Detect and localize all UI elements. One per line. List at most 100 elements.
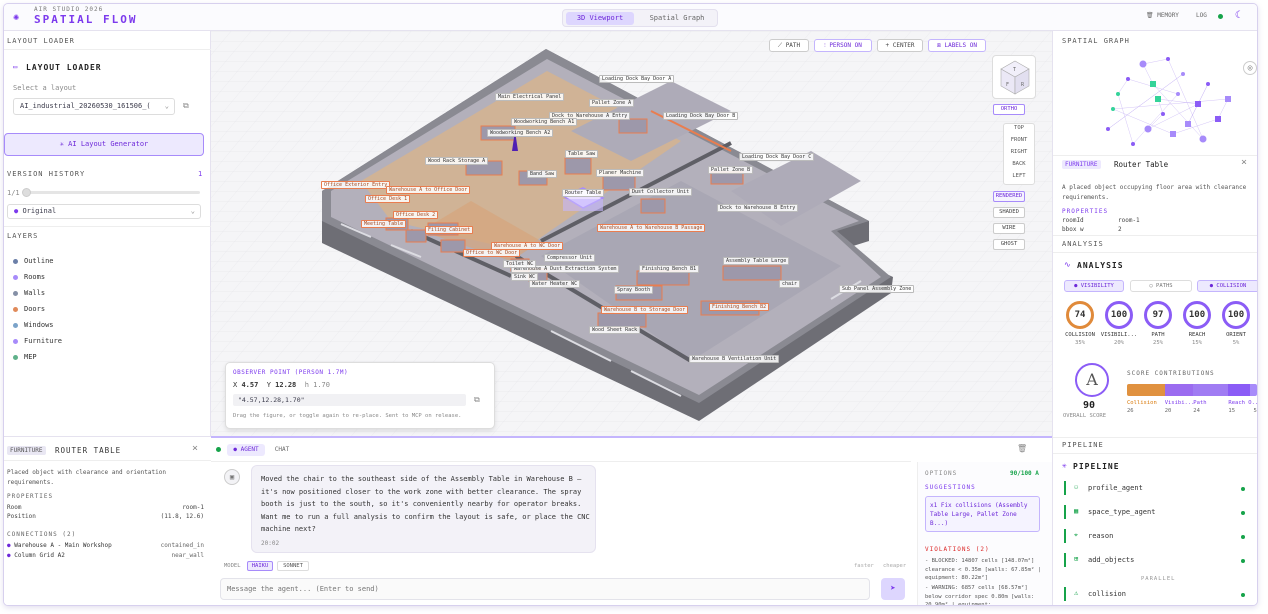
viewport-3d[interactable]: Loading Dock Bay Door A Main Electrical P… [211, 31, 1052, 436]
graph-node[interactable] [1170, 131, 1176, 137]
object-label[interactable]: Warehouse A to Office Door [386, 186, 471, 194]
object-label[interactable]: Band Saw [527, 170, 558, 178]
object-label[interactable]: Assembly Table Large [723, 257, 790, 265]
object-label[interactable]: Spray Booth [614, 286, 654, 294]
send-icon[interactable]: ➤ [881, 578, 905, 600]
version-select[interactable]: ● Original ⌄ [7, 204, 201, 219]
object-label[interactable]: Router Table [562, 189, 605, 197]
object-label[interactable]: Loading Dock Bay Door C [739, 153, 815, 161]
tab-spatial-graph[interactable]: Spatial Graph [639, 12, 715, 25]
pipeline-step-collision[interactable]: ⚠ collision [1064, 587, 1248, 601]
object-label[interactable]: Warehouse A to Warehouse B Passage [597, 224, 706, 232]
message-input-field[interactable] [221, 579, 821, 599]
object-label[interactable]: Sub Panel Assembly Zone [839, 285, 915, 293]
pipeline-step-profile_agent[interactable]: ⚇ profile_agent [1064, 481, 1248, 495]
object-label[interactable]: Planer Machine [596, 169, 645, 177]
analysis-tab-visibility[interactable]: ● VISIBILITY [1064, 280, 1124, 292]
graph-node[interactable] [1225, 96, 1231, 102]
furniture-block[interactable] [618, 118, 648, 134]
pipeline-step-space_type_agent[interactable]: ▦ space_type_agent [1064, 505, 1248, 519]
close-icon[interactable]: × [192, 443, 198, 454]
trash-icon[interactable]: 🗑 [1017, 444, 1027, 453]
layer-item-mep[interactable]: MEP [13, 353, 37, 361]
graph-node[interactable] [1176, 92, 1180, 96]
object-label[interactable]: Main Electrical Panel [495, 93, 565, 101]
view-right-button[interactable]: RIGHT [1003, 149, 1035, 155]
object-label[interactable]: Pallet Zone A [589, 99, 635, 107]
graph-node[interactable] [1139, 60, 1147, 68]
object-label[interactable]: Wood Rack Storage A [425, 157, 489, 165]
tab-chat[interactable]: CHAT [269, 444, 295, 456]
furniture-block[interactable] [636, 270, 690, 286]
layer-item-furniture[interactable]: Furniture [13, 337, 62, 345]
object-label[interactable]: Office to WC Door [463, 249, 521, 257]
render-shaded-button[interactable]: SHADED [993, 207, 1025, 218]
ai-layout-generator-button[interactable]: ✳ AI Layout Generator [4, 133, 204, 156]
object-label[interactable]: Compressor Unit [544, 254, 596, 262]
message-input[interactable] [220, 578, 870, 600]
pipeline-step-reason[interactable]: ⌖ reason [1064, 529, 1248, 543]
object-label[interactable]: Warehouse B to Storage Door [601, 306, 689, 314]
graph-node[interactable] [1185, 121, 1191, 127]
version-slider-thumb[interactable] [22, 188, 31, 197]
view-top-button[interactable]: TOP [1003, 125, 1035, 131]
view-left-button[interactable]: LEFT [1003, 173, 1035, 179]
focus-icon[interactable]: ◎ [1243, 61, 1257, 75]
furniture-block[interactable] [640, 198, 666, 214]
graph-node[interactable] [1126, 77, 1130, 81]
object-label[interactable]: Office Exterior Entry [321, 181, 391, 189]
analysis-tab-collision[interactable]: ● COLLISION [1197, 280, 1257, 292]
furniture-block[interactable] [405, 229, 427, 243]
furniture-block[interactable] [564, 157, 592, 175]
render-ghost-button[interactable]: GHOST [993, 239, 1025, 250]
connection-row[interactable]: ● Column Grid A2 near_wall [7, 552, 204, 559]
object-label[interactable]: Woodworking Bench A2 [487, 129, 554, 137]
object-label[interactable]: Finishing Bench B2 [709, 303, 770, 311]
graph-node[interactable] [1155, 96, 1161, 102]
object-label[interactable]: Filing Cabinet [425, 226, 474, 234]
tab-agent[interactable]: ● AGENT [227, 444, 265, 456]
analysis-tab-paths[interactable]: ○ PATHS [1130, 280, 1192, 292]
log-button[interactable]: LOG [1196, 12, 1207, 19]
render-rendered-button[interactable]: RENDERED [993, 191, 1025, 202]
object-label[interactable]: Meeting Table [361, 220, 407, 228]
render-wire-button[interactable]: WIRE [993, 223, 1025, 234]
graph-node[interactable] [1116, 92, 1120, 96]
connection-row[interactable]: ● Warehouse A - Main Workshop contained_i… [7, 542, 204, 549]
graph-node[interactable] [1166, 57, 1170, 61]
object-label[interactable]: Loading Dock Bay Door B [663, 112, 739, 120]
graph-node[interactable] [1181, 72, 1185, 76]
layer-item-doors[interactable]: Doors [13, 305, 45, 313]
view-front-button[interactable]: FRONT [1003, 137, 1035, 143]
object-label[interactable]: Dock to Warehouse B Entry [717, 204, 799, 212]
memory-button[interactable]: 🗑 MEMORY [1146, 12, 1179, 19]
layer-item-outline[interactable]: Outline [13, 257, 54, 265]
spatial-graph-viz[interactable] [1088, 49, 1238, 153]
object-label[interactable]: Loading Dock Bay Door A [599, 75, 675, 83]
graph-node[interactable] [1215, 116, 1221, 122]
graph-node[interactable] [1206, 82, 1210, 86]
object-label[interactable]: Water Heater WC [529, 280, 581, 288]
view-back-button[interactable]: BACK [1003, 161, 1035, 167]
path-toggle-button[interactable]: ⟋ PATH [769, 39, 809, 52]
close-icon[interactable]: × [1241, 157, 1247, 168]
graph-node[interactable] [1106, 127, 1110, 131]
object-label[interactable]: Office Desk 1 [365, 195, 411, 203]
copy-icon[interactable]: ⧉ [474, 395, 480, 405]
object-label[interactable]: Woodworking Bench A1 [511, 118, 578, 126]
model-haiku-button[interactable]: HAIKU [247, 561, 273, 571]
layer-item-rooms[interactable]: Rooms [13, 273, 45, 281]
observer-coord-string[interactable]: "4.57,12.28,1.70" [233, 394, 466, 406]
copy-icon[interactable]: ⧉ [183, 101, 189, 111]
labels-toggle-button[interactable]: ⧈ LABELS ON [928, 39, 986, 52]
theme-toggle-icon[interactable]: ☾ [1235, 10, 1241, 21]
object-label[interactable]: chair [779, 280, 801, 288]
object-label[interactable]: Pallet Zone B [708, 166, 754, 174]
graph-node[interactable] [1150, 81, 1156, 87]
furniture-block[interactable] [597, 312, 647, 328]
layer-item-windows[interactable]: Windows [13, 321, 54, 329]
object-label[interactable]: Warehouse B Ventilation Unit [689, 355, 780, 363]
view-ortho-button[interactable]: ORTHO [993, 104, 1025, 115]
version-slider[interactable] [22, 188, 200, 197]
graph-node[interactable] [1195, 101, 1201, 107]
